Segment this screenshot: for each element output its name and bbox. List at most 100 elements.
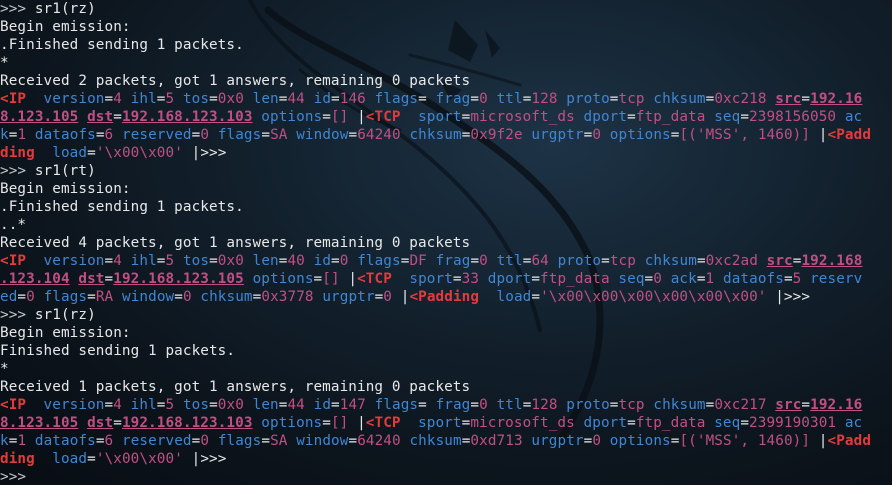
separator-text bbox=[636, 253, 645, 269]
field-name: ihl bbox=[130, 397, 157, 413]
terminal-line: k=1 dataofs=6 reserved=0 flags=SA window… bbox=[0, 126, 892, 144]
terminal-line: Received 1 packets, got 1 answers, remai… bbox=[0, 378, 892, 396]
text-cursor[interactable] bbox=[35, 468, 43, 483]
field-value: '\x00\x00' bbox=[95, 145, 183, 161]
separator-text: = bbox=[104, 91, 114, 107]
separator-text bbox=[78, 109, 87, 125]
address-value: 192.16 bbox=[810, 91, 863, 107]
separator-text bbox=[401, 415, 418, 431]
terminal-line: Begin emission: bbox=[0, 18, 892, 36]
terminal-line: .Finished sending 1 packets. bbox=[0, 198, 892, 216]
terminal-line: .Finished sending 1 packets. bbox=[0, 36, 892, 54]
separator-text: = bbox=[113, 109, 122, 125]
field-value: 0x9f2e bbox=[470, 127, 523, 143]
terminal-line: ding load='\x00\x00' |>>> bbox=[0, 450, 892, 468]
field-value: 2398156050 bbox=[749, 109, 837, 125]
separator-text bbox=[122, 397, 131, 413]
field-name: dataofs bbox=[34, 433, 96, 449]
field-name: flags bbox=[374, 91, 419, 107]
separator-text bbox=[244, 91, 253, 107]
field-value: [] bbox=[330, 109, 349, 125]
output-text: Begin emission: bbox=[0, 181, 131, 197]
terminal-line: <IP version=4 ihl=5 tos=0x0 len=44 id=14… bbox=[0, 396, 892, 414]
terminal-line: 8.123.105 dst=192.168.123.103 options=[]… bbox=[0, 108, 892, 126]
field-value: 5 bbox=[165, 253, 175, 269]
field-value: RA bbox=[95, 289, 114, 305]
separator-text: = bbox=[348, 127, 358, 143]
output-text: sr1(rz) bbox=[34, 1, 96, 17]
terminal-line: ..* bbox=[0, 216, 892, 234]
field-value: 146 bbox=[339, 91, 366, 107]
address-value: 192.168 bbox=[801, 253, 863, 269]
output-text: sr1(rt) bbox=[34, 163, 96, 179]
separator-text bbox=[767, 91, 776, 107]
separator-text bbox=[488, 397, 497, 413]
field-value: 44 bbox=[287, 397, 305, 413]
separator-text bbox=[26, 127, 35, 143]
field-value: ftp_data bbox=[635, 109, 706, 125]
address-value: 192.168.123.103 bbox=[121, 109, 253, 125]
output-text: ..* bbox=[0, 217, 27, 233]
field-name: ed bbox=[0, 289, 18, 305]
field-value: 0x3778 bbox=[261, 289, 314, 305]
terminal-line: k=1 dataofs=6 reserved=0 flags=SA window… bbox=[0, 432, 892, 450]
terminal-line: >>> sr1(rt) bbox=[0, 162, 892, 180]
separator-text bbox=[488, 253, 497, 269]
field-value: tcp bbox=[618, 91, 645, 107]
field-value: 6 bbox=[104, 433, 114, 449]
field-value: 40 bbox=[287, 253, 305, 269]
field-value: 0x0 bbox=[217, 91, 244, 107]
field-name: seq bbox=[618, 271, 645, 287]
separator-text bbox=[253, 415, 262, 431]
output-text: Received 1 packets, got 1 answers, remai… bbox=[0, 379, 471, 395]
output-text: Begin emission: bbox=[0, 325, 131, 341]
field-name: urgptr bbox=[322, 289, 375, 305]
field-name: chksum bbox=[409, 433, 462, 449]
field-name: k bbox=[0, 127, 9, 143]
terminal-window[interactable]: >>> sr1(rz) Begin emission: .Finished send… bbox=[0, 0, 892, 485]
field-name: dataofs bbox=[34, 127, 96, 143]
separator-text: = bbox=[470, 253, 480, 269]
separator-text: = bbox=[87, 145, 96, 161]
separator-text bbox=[174, 91, 183, 107]
field-value: 0 bbox=[182, 289, 192, 305]
terminal-line: >>> sr1(rz) bbox=[0, 306, 892, 324]
field-name: reserved bbox=[121, 433, 192, 449]
field-name: ttl bbox=[496, 397, 523, 413]
separator-text: = bbox=[322, 109, 331, 125]
field-name: version bbox=[43, 91, 105, 107]
terminal-line: * bbox=[0, 360, 892, 378]
separator-text bbox=[122, 91, 131, 107]
separator-text bbox=[26, 253, 43, 269]
separator-text bbox=[558, 397, 567, 413]
separator-text bbox=[35, 145, 52, 161]
terminal-line: Received 2 packets, got 1 answers, remai… bbox=[0, 72, 892, 90]
terminal-output[interactable]: >>> sr1(rz) Begin emission: .Finished send… bbox=[0, 0, 892, 485]
separator-text: = bbox=[783, 271, 793, 287]
field-name: id bbox=[313, 397, 332, 413]
field-value: 44 bbox=[287, 91, 305, 107]
separator-text bbox=[174, 253, 183, 269]
field-name: ttl bbox=[496, 253, 523, 269]
field-name: sport bbox=[418, 109, 462, 125]
field-value: 1 bbox=[17, 127, 27, 143]
separator-text: = bbox=[209, 253, 218, 269]
prompt-text: >>> bbox=[0, 469, 35, 485]
terminal-line: Begin emission: bbox=[0, 324, 892, 342]
separator-text bbox=[366, 397, 375, 413]
field-value: '\x00\x00\x00\x00\x00\x00' bbox=[540, 289, 767, 305]
separator-text: = bbox=[331, 91, 340, 107]
field-value: SA bbox=[270, 127, 288, 143]
separator-text: = bbox=[418, 397, 436, 413]
separator-text: | bbox=[348, 109, 366, 125]
field-name: dataofs bbox=[722, 271, 784, 287]
separator-text: = bbox=[609, 91, 619, 107]
separator-text: = bbox=[156, 253, 166, 269]
separator-text bbox=[253, 109, 262, 125]
field-value: microsoft_ds bbox=[470, 415, 575, 431]
field-value: 1 bbox=[705, 271, 715, 287]
separator-text: = bbox=[470, 91, 480, 107]
separator-text bbox=[488, 91, 497, 107]
separator-text: = bbox=[209, 397, 218, 413]
field-name: ack bbox=[670, 271, 697, 287]
